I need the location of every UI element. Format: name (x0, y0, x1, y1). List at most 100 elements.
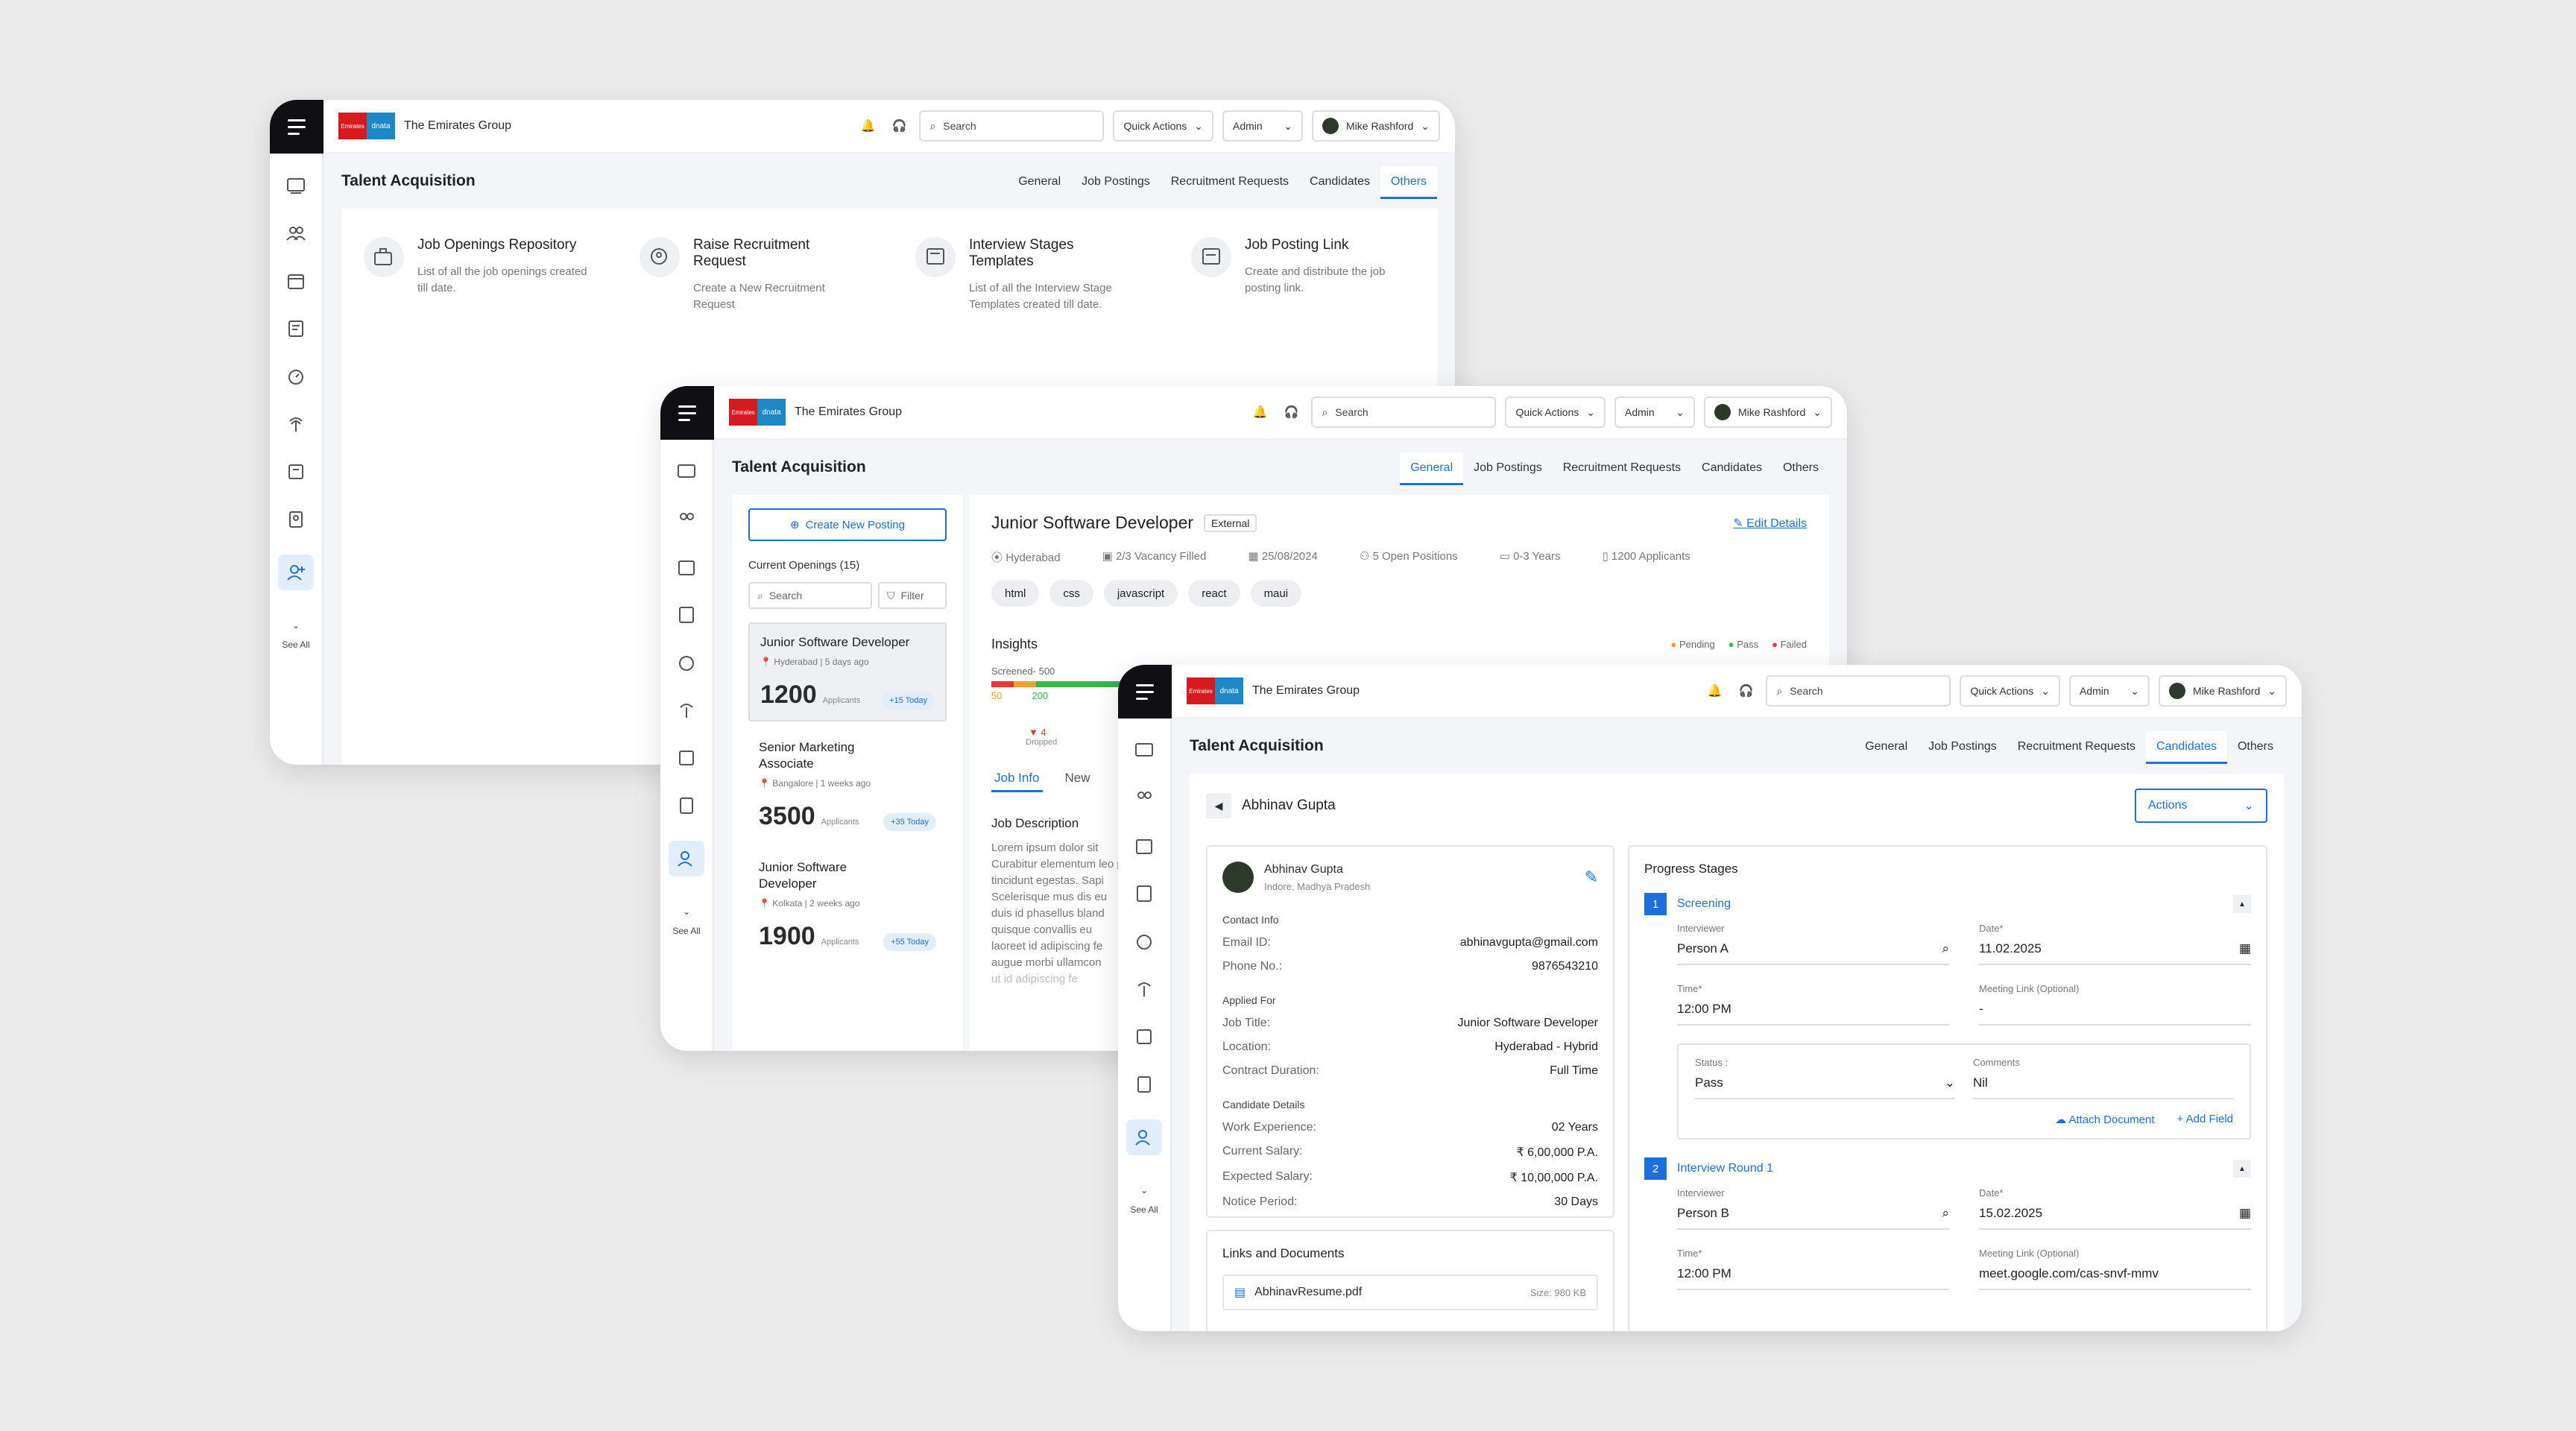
status-select[interactable]: Pass ⌄ (1695, 1075, 1955, 1099)
add-field-button[interactable]: + Add Field (2177, 1113, 2233, 1126)
opening-card[interactable]: Senior Marketing Associate 📍 Bangalore |… (748, 729, 947, 841)
role-dropdown[interactable]: Admin ⌄ (1222, 110, 1303, 142)
document-icon[interactable] (674, 602, 699, 628)
menu-icon[interactable] (660, 386, 714, 440)
badge-icon[interactable] (283, 507, 309, 532)
create-posting-button[interactable]: ⊕ Create New Posting (748, 508, 947, 541)
user-dropdown[interactable]: Mike Rashford ⌄ (1704, 397, 1832, 428)
dashboard-icon[interactable] (674, 459, 699, 484)
tab-others[interactable]: Others (1380, 166, 1437, 199)
bell-icon[interactable]: 🔔 (856, 115, 879, 137)
tab-general[interactable]: General (1400, 452, 1464, 485)
search-input[interactable]: ⌕ Search (748, 582, 872, 609)
badge-icon[interactable] (674, 793, 699, 818)
option-job-openings[interactable]: Job Openings Repository List of all the j… (364, 237, 587, 736)
date-field[interactable]: 11.02.2025 ▦ (1979, 941, 2251, 965)
chevron-down-icon: ⌄ (1284, 119, 1292, 132)
dashboard-icon[interactable] (283, 173, 309, 198)
see-all-button[interactable]: ⌄ See All (270, 620, 322, 650)
interviewer-field[interactable]: Person A ⌕ (1677, 941, 1949, 965)
tab-recruitment-requests[interactable]: Recruitment Requests (2007, 731, 2146, 764)
user-dropdown[interactable]: Mike Rashford ⌄ (1312, 110, 1440, 142)
timer-icon[interactable] (283, 364, 309, 389)
interviewer-field[interactable]: Person B ⌕ (1677, 1206, 1949, 1230)
people-icon[interactable] (283, 221, 309, 246)
expense-icon[interactable] (1131, 1024, 1157, 1049)
tab-job-info[interactable]: Job Info (991, 771, 1043, 792)
expense-icon[interactable] (283, 459, 309, 484)
timer-icon[interactable] (1131, 929, 1157, 954)
timer-icon[interactable] (674, 650, 699, 675)
role-dropdown[interactable]: Admin ⌄ (1614, 397, 1695, 428)
bell-icon[interactable]: 🔔 (1248, 401, 1271, 423)
tab-job-postings[interactable]: Job Postings (1071, 166, 1161, 199)
badge-icon[interactable] (1131, 1072, 1157, 1097)
time-field[interactable]: 12:00 PM (1677, 1266, 1949, 1290)
chevron-down-icon: ⌄ (1194, 119, 1203, 132)
bell-icon[interactable]: 🔔 (1703, 680, 1726, 702)
document-icon[interactable] (283, 316, 309, 341)
role-dropdown[interactable]: Admin ⌄ (2069, 675, 2150, 707)
calendar-icon[interactable] (674, 555, 699, 580)
actions-dropdown[interactable]: Actions ⌄ (2135, 789, 2267, 823)
comments-field[interactable]: Nil (1973, 1075, 2233, 1099)
dashboard-icon[interactable] (1131, 738, 1157, 763)
tab-candidates[interactable]: Candidates (2146, 731, 2227, 764)
tab-general[interactable]: General (1008, 166, 1071, 199)
palm-tree-icon[interactable] (674, 698, 699, 723)
search-input[interactable]: ⌕ Search (1311, 397, 1497, 428)
back-button[interactable]: ◀ (1206, 793, 1231, 818)
quick-actions-dropdown[interactable]: Quick Actions ⌄ (1960, 675, 2060, 707)
menu-icon[interactable] (270, 100, 323, 154)
time-field[interactable]: 12:00 PM (1677, 1002, 1949, 1026)
people-icon[interactable] (674, 507, 699, 532)
document-icon[interactable] (1131, 881, 1157, 906)
document-row[interactable]: ▤ AbhinavResume.pdf Size: 980 KB (1222, 1274, 1598, 1310)
attach-document-button[interactable]: ☁ Attach Document (2055, 1113, 2154, 1126)
menu-icon[interactable] (1118, 665, 1172, 718)
calendar-icon[interactable] (283, 268, 309, 294)
tab-new[interactable]: New (1065, 771, 1090, 792)
people-icon[interactable] (1131, 786, 1157, 811)
calendar-icon[interactable] (1131, 833, 1157, 859)
tab-candidates[interactable]: Candidates (1299, 166, 1380, 199)
tab-candidates[interactable]: Candidates (1691, 452, 1772, 485)
search-input[interactable]: ⌕ Search (919, 110, 1105, 142)
date-field[interactable]: 15.02.2025 ▦ (1979, 1206, 2251, 1230)
openings-panel: ⊕ Create New Posting Current Openings (15… (732, 495, 963, 1051)
location-pin-icon: 📍 (759, 898, 770, 909)
see-all-button[interactable]: ⌄ See All (660, 906, 713, 936)
palm-tree-icon[interactable] (1131, 976, 1157, 1002)
tab-job-postings[interactable]: Job Postings (1463, 452, 1553, 485)
meeting-link-field[interactable]: - (1979, 1002, 2251, 1026)
tab-others[interactable]: Others (1772, 452, 1829, 485)
user-dropdown[interactable]: Mike Rashford ⌄ (2159, 675, 2287, 707)
tab-others[interactable]: Others (2227, 731, 2284, 764)
opening-card[interactable]: Junior Software Developer 📍 Hyderabad | … (748, 622, 947, 721)
headset-icon[interactable]: 🎧 (1734, 680, 1757, 702)
headset-icon[interactable]: 🎧 (888, 115, 910, 137)
search-input[interactable]: ⌕ Search (1766, 675, 1951, 707)
collapse-icon[interactable]: ▲ (2233, 1160, 2251, 1178)
edit-icon[interactable]: ✎ (1585, 868, 1598, 887)
tab-general[interactable]: General (1854, 731, 1918, 764)
recruitment-icon[interactable] (669, 841, 704, 876)
palm-tree-icon[interactable] (283, 411, 309, 437)
recruitment-icon[interactable] (1126, 1119, 1162, 1155)
opening-card[interactable]: Junior Software Developer 📍 Kolkata | 2 … (748, 849, 947, 961)
chevron-down-icon: ⌄ (2267, 684, 2276, 697)
headset-icon[interactable]: 🎧 (1280, 401, 1302, 423)
collapse-icon[interactable]: ▲ (2233, 895, 2251, 913)
tab-recruitment-requests[interactable]: Recruitment Requests (1161, 166, 1299, 199)
tab-job-postings[interactable]: Job Postings (1918, 731, 2007, 764)
see-all-button[interactable]: ⌄ See All (1118, 1185, 1170, 1215)
expense-icon[interactable] (674, 745, 699, 771)
template-icon (915, 237, 956, 277)
quick-actions-dropdown[interactable]: Quick Actions ⌄ (1505, 397, 1606, 428)
meeting-link-field[interactable]: meet.google.com/cas-snvf-mmv (1979, 1266, 2251, 1290)
filter-button[interactable]: ⛉ Filter (878, 582, 947, 609)
edit-details-link[interactable]: ✎ Edit Details (1733, 516, 1807, 531)
tab-recruitment-requests[interactable]: Recruitment Requests (1553, 452, 1691, 485)
recruitment-icon[interactable] (278, 555, 314, 590)
quick-actions-dropdown[interactable]: Quick Actions ⌄ (1113, 110, 1213, 142)
